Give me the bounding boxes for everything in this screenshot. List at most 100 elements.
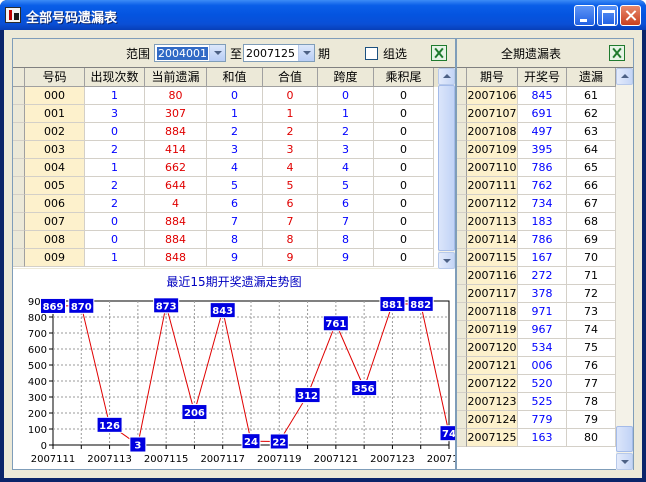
- column-header[interactable]: 合值: [263, 68, 318, 87]
- history-cell[interactable]: 80: [567, 429, 616, 447]
- history-cell[interactable]: 76: [567, 357, 616, 375]
- table-cell[interactable]: 0: [263, 87, 318, 105]
- table-cell[interactable]: 644: [145, 177, 207, 195]
- history-cell[interactable]: 497: [518, 123, 567, 141]
- table-row[interactable]: 005 2 644 5 5 5 0: [13, 177, 434, 195]
- table-cell[interactable]: 006: [25, 195, 85, 213]
- row-indicator[interactable]: [457, 195, 467, 213]
- table-cell[interactable]: 0: [85, 213, 145, 231]
- history-row[interactable]: 2007122 520 77: [457, 375, 616, 393]
- table-cell[interactable]: 1: [318, 105, 374, 123]
- history-cell[interactable]: 70: [567, 249, 616, 267]
- history-cell[interactable]: 395: [518, 141, 567, 159]
- table-cell[interactable]: 0: [85, 231, 145, 249]
- history-cell[interactable]: 79: [567, 411, 616, 429]
- table-cell[interactable]: 002: [25, 123, 85, 141]
- history-row[interactable]: 2007111 762 66: [457, 177, 616, 195]
- table-cell[interactable]: 1: [85, 159, 145, 177]
- row-indicator[interactable]: [13, 123, 25, 141]
- history-column-header[interactable]: 开奖号: [518, 68, 567, 87]
- table-cell[interactable]: 1: [263, 105, 318, 123]
- table-cell[interactable]: 4: [207, 159, 263, 177]
- history-cell[interactable]: 2007118: [467, 303, 518, 321]
- scroll-thumb[interactable]: [438, 85, 455, 251]
- column-header[interactable]: 号码: [25, 68, 85, 87]
- row-indicator[interactable]: [13, 159, 25, 177]
- table-cell[interactable]: 0: [374, 213, 434, 231]
- scroll-down-button[interactable]: [438, 252, 455, 269]
- history-cell[interactable]: 534: [518, 339, 567, 357]
- table-cell[interactable]: 662: [145, 159, 207, 177]
- table-cell[interactable]: 0: [374, 159, 434, 177]
- table-cell[interactable]: 2: [85, 141, 145, 159]
- history-cell[interactable]: 2007125: [467, 429, 518, 447]
- table-cell[interactable]: 7: [318, 213, 374, 231]
- history-cell[interactable]: 69: [567, 231, 616, 249]
- table-cell[interactable]: 5: [207, 177, 263, 195]
- history-row[interactable]: 2007119 967 74: [457, 321, 616, 339]
- row-indicator[interactable]: [13, 231, 25, 249]
- table-cell[interactable]: 0: [374, 105, 434, 123]
- history-cell[interactable]: 77: [567, 375, 616, 393]
- history-column-header[interactable]: 期号: [467, 68, 518, 87]
- history-row[interactable]: 2007117 378 72: [457, 285, 616, 303]
- history-row[interactable]: 2007114 786 69: [457, 231, 616, 249]
- row-indicator[interactable]: [457, 105, 467, 123]
- history-cell[interactable]: 78: [567, 393, 616, 411]
- table-cell[interactable]: 9: [207, 249, 263, 267]
- table-cell[interactable]: 7: [263, 213, 318, 231]
- table-cell[interactable]: 0: [374, 231, 434, 249]
- row-indicator[interactable]: [457, 393, 467, 411]
- history-cell[interactable]: 272: [518, 267, 567, 285]
- table-cell[interactable]: 003: [25, 141, 85, 159]
- history-cell[interactable]: 520: [518, 375, 567, 393]
- history-cell[interactable]: 2007107: [467, 105, 518, 123]
- history-row[interactable]: 2007118 971 73: [457, 303, 616, 321]
- history-cell[interactable]: 2007120: [467, 339, 518, 357]
- table-cell[interactable]: 3: [85, 105, 145, 123]
- history-cell[interactable]: 66: [567, 177, 616, 195]
- table-cell[interactable]: 7: [207, 213, 263, 231]
- history-cell[interactable]: 71: [567, 267, 616, 285]
- table-row[interactable]: 006 2 4 6 6 6 0: [13, 195, 434, 213]
- row-indicator[interactable]: [457, 267, 467, 285]
- history-cell[interactable]: 2007109: [467, 141, 518, 159]
- chevron-down-icon[interactable]: [298, 45, 314, 61]
- history-cell[interactable]: 75: [567, 339, 616, 357]
- table-cell[interactable]: 8: [263, 231, 318, 249]
- history-row[interactable]: 2007109 395 64: [457, 141, 616, 159]
- history-row[interactable]: 2007110 786 65: [457, 159, 616, 177]
- history-cell[interactable]: 006: [518, 357, 567, 375]
- row-indicator[interactable]: [13, 87, 25, 105]
- row-indicator[interactable]: [457, 375, 467, 393]
- table-cell[interactable]: 000: [25, 87, 85, 105]
- history-cell[interactable]: 2007114: [467, 231, 518, 249]
- table-cell[interactable]: 4: [263, 159, 318, 177]
- table-cell[interactable]: 884: [145, 213, 207, 231]
- history-cell[interactable]: 525: [518, 393, 567, 411]
- table-cell[interactable]: 3: [318, 141, 374, 159]
- table-cell[interactable]: 0: [374, 87, 434, 105]
- table-cell[interactable]: 848: [145, 249, 207, 267]
- history-cell[interactable]: 73: [567, 303, 616, 321]
- row-indicator[interactable]: [457, 285, 467, 303]
- table-row[interactable]: 002 0 884 2 2 2 0: [13, 123, 434, 141]
- row-indicator[interactable]: [13, 213, 25, 231]
- column-header[interactable]: 和值: [207, 68, 263, 87]
- row-indicator[interactable]: [13, 195, 25, 213]
- history-row[interactable]: 2007115 167 70: [457, 249, 616, 267]
- table-row[interactable]: 001 3 307 1 1 1 0: [13, 105, 434, 123]
- table-cell[interactable]: 884: [145, 123, 207, 141]
- table-cell[interactable]: 9: [263, 249, 318, 267]
- history-cell[interactable]: 2007119: [467, 321, 518, 339]
- history-cell[interactable]: 62: [567, 105, 616, 123]
- row-indicator[interactable]: [457, 231, 467, 249]
- table-cell[interactable]: 307: [145, 105, 207, 123]
- table-cell[interactable]: 1: [85, 87, 145, 105]
- history-row[interactable]: 2007113 183 68: [457, 213, 616, 231]
- close-button[interactable]: [620, 5, 641, 26]
- table-cell[interactable]: 80: [145, 87, 207, 105]
- row-indicator[interactable]: [457, 159, 467, 177]
- table-cell[interactable]: 0: [374, 141, 434, 159]
- table-cell[interactable]: 0: [85, 123, 145, 141]
